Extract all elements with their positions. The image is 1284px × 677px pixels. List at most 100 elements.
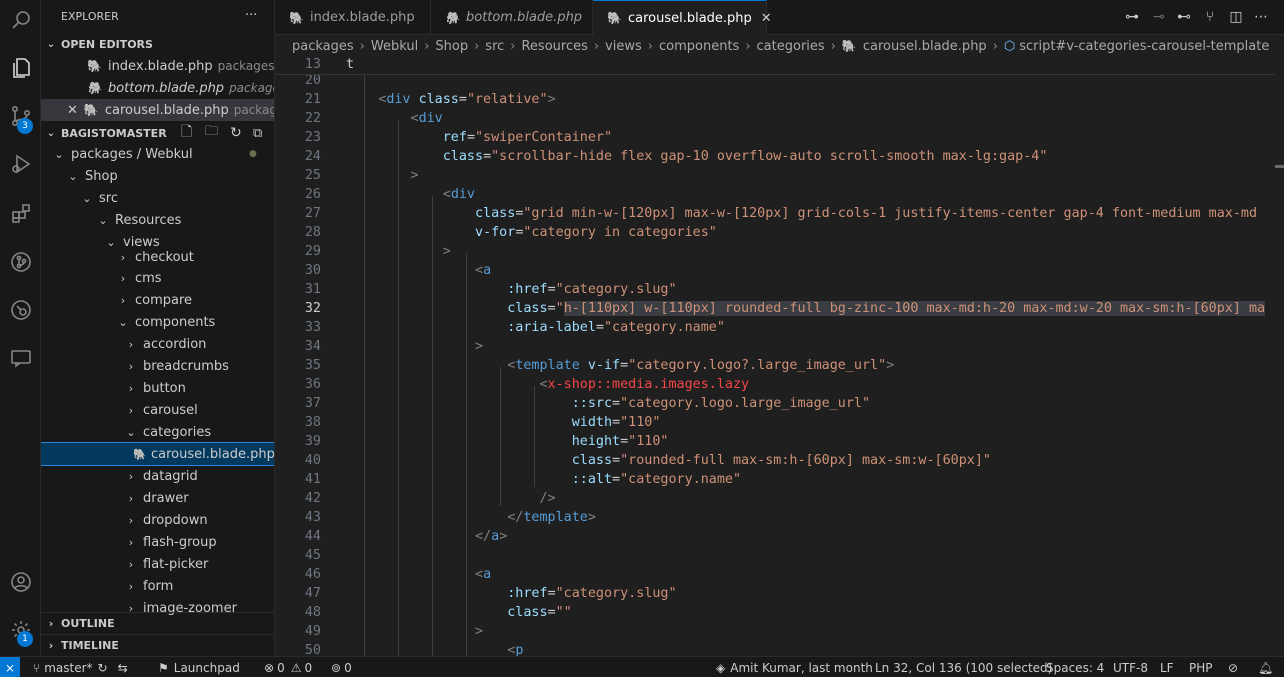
tab-index-blade[interactable]: 🐘 index.blade.php <box>275 0 431 35</box>
tree-folder-item[interactable]: › breadcrumbs <box>41 355 274 377</box>
end-of-line[interactable]: LF <box>1160 657 1174 677</box>
language-mode[interactable]: PHP <box>1189 657 1213 677</box>
code-line: > <box>410 168 419 183</box>
code-line: <a <box>475 567 492 582</box>
modified-dot-icon: ● <box>249 149 257 159</box>
line-number: 36 <box>304 377 321 392</box>
git-blame-item[interactable]: ◈ Amit Kumar, last month <box>716 657 873 677</box>
breadcrumb-item[interactable]: Webkul <box>371 39 418 54</box>
run-debug-icon[interactable] <box>0 144 41 184</box>
collapse-all-icon[interactable]: ⧉ <box>253 126 262 141</box>
tree-folder-item[interactable]: ⌄ src <box>41 187 274 209</box>
git-graph-icon[interactable] <box>0 242 41 282</box>
tree-folder-item[interactable]: › carousel <box>41 399 274 421</box>
git-lens-icon[interactable]: ⑂ <box>1201 8 1219 26</box>
tree-item-label: checkout <box>135 249 194 265</box>
go-forward-icon[interactable]: ⊷ <box>1175 8 1193 26</box>
tree-folder-item[interactable]: › button <box>41 377 274 399</box>
open-editor-item-active[interactable]: ✕ 🐘 carousel.blade.php packag... <box>41 99 274 121</box>
encoding[interactable]: UTF-8 <box>1113 657 1148 677</box>
breadcrumb-item[interactable]: components <box>659 39 739 54</box>
breadcrumb-item[interactable]: script#v-categories-carousel-template <box>1019 39 1269 54</box>
branch-item[interactable]: ⑂ master* ↻ ⇆ <box>33 657 128 677</box>
tree-folder-item[interactable]: › flash-group <box>41 531 274 553</box>
line-number: 49 <box>304 624 321 639</box>
breadcrumb-item[interactable]: Shop <box>435 39 468 54</box>
ports-item[interactable]: ⊚ 0 <box>331 657 352 677</box>
notifications-bell-icon[interactable]: 🔔︎ <box>1258 657 1273 677</box>
remote-icon[interactable]: ⨯ <box>0 657 20 677</box>
tab-bottom-blade[interactable]: 🐘 bottom.blade.php <box>431 0 593 35</box>
explorer-title: EXPLORER <box>61 9 119 23</box>
code-line: height="110" <box>571 434 669 449</box>
open-editors-section[interactable]: ⌄ OPEN EDITORS <box>41 33 274 55</box>
indentation[interactable]: Spaces: 4 <box>1046 657 1104 677</box>
cursor-position[interactable]: Ln 32, Col 136 (100 selected) <box>875 657 1052 677</box>
chevron-right-icon: › <box>992 38 998 54</box>
problems-item[interactable]: ⊗ 0 ⚠ 0 <box>264 657 312 677</box>
breadcrumb-item[interactable]: views <box>605 39 642 54</box>
tree-file-item[interactable]: 🐘 carousel.blade.php <box>41 442 274 466</box>
code-line: </a> <box>475 529 508 544</box>
open-editor-item[interactable]: 🐘 index.blade.php packages/... <box>41 55 274 77</box>
php-file-icon: 🐘 <box>289 10 304 25</box>
launchpad-item[interactable]: ⚑ Launchpad <box>158 657 240 677</box>
tree-folder-item[interactable]: ⌄ packages / Webkul ● <box>41 143 274 165</box>
go-back-icon[interactable]: ⊸ <box>1150 8 1168 26</box>
search-icon[interactable] <box>0 0 41 40</box>
tree-folder-item[interactable]: › compare <box>41 289 274 311</box>
git-compare-icon[interactable]: ⇆ <box>118 661 128 675</box>
editor-scrollbar[interactable] <box>1275 57 1284 656</box>
tree-folder-item[interactable]: ⌄ Shop <box>41 165 274 187</box>
copilot-icon[interactable]: ⊘ <box>1228 657 1238 677</box>
tree-folder-item[interactable]: › dropdown <box>41 509 274 531</box>
close-icon[interactable]: ✕ <box>761 11 772 26</box>
close-icon[interactable]: ✕ <box>67 103 78 118</box>
extensions-icon[interactable] <box>0 194 41 234</box>
sync-icon[interactable]: ↻ <box>98 661 108 675</box>
chevron-down-icon: ⌄ <box>46 127 56 139</box>
workspace-section[interactable]: ⌄ BAGISTOMASTER 🗋 🗀 ↻ ⧉ <box>41 121 274 145</box>
accounts-icon[interactable] <box>0 562 41 602</box>
tree-folder-item[interactable]: › drawer <box>41 487 274 509</box>
compare-changes-icon[interactable]: ⊶ <box>1123 8 1141 26</box>
open-editor-item[interactable]: 🐘 bottom.blade.php packages... <box>41 77 274 99</box>
branch-icon: ⑂ <box>33 660 41 675</box>
tab-carousel-blade[interactable]: 🐘 carousel.blade.php ✕ <box>593 0 772 35</box>
outline-section[interactable]: › OUTLINE <box>41 612 274 634</box>
line-number: 33 <box>304 320 321 335</box>
tree-folder-item[interactable]: › cms <box>41 267 274 289</box>
new-file-icon[interactable]: 🗋 <box>181 121 200 145</box>
tree-item-label: breadcrumbs <box>143 358 229 374</box>
tree-folder-item[interactable]: › flat-picker <box>41 553 274 575</box>
tree-folder-item[interactable]: ⌄ categories <box>41 421 274 443</box>
breadcrumb-item[interactable]: packages <box>292 39 354 54</box>
breadcrumb-item[interactable]: src <box>485 39 504 54</box>
tree-folder-item[interactable]: › form <box>41 575 274 597</box>
more-actions-icon[interactable]: ··· <box>245 8 257 23</box>
breadcrumb-item[interactable]: Resources <box>521 39 587 54</box>
more-actions-icon[interactable]: ⋯ <box>1252 8 1270 26</box>
tree-folder-item[interactable]: › accordion <box>41 333 274 355</box>
line-number: 34 <box>304 339 321 354</box>
code-line: <div <box>442 187 475 202</box>
breadcrumb-item[interactable]: carousel.blade.php <box>863 39 987 54</box>
chat-icon[interactable] <box>0 338 41 378</box>
code-editor[interactable]: 20 21 <div class="relative"> 22 <div 23 ref… <box>275 75 1275 656</box>
remote-explorer-icon[interactable] <box>0 290 41 330</box>
explorer-files-icon[interactable] <box>0 48 41 88</box>
code-line: class="grid min-w-[120px] max-w-[120px] … <box>475 206 1258 221</box>
tree-folder-item[interactable]: ⌄ components <box>41 311 274 333</box>
split-editor-icon[interactable]: ◫ <box>1227 8 1245 26</box>
tree-folder-item[interactable]: › datagrid <box>41 465 274 487</box>
timeline-section[interactable]: › TIMELINE <box>41 634 274 656</box>
new-folder-icon[interactable]: 🗀 <box>205 122 218 144</box>
open-editor-path: packag... <box>233 103 274 117</box>
breadcrumb-item[interactable]: categories <box>757 39 825 54</box>
code-line: /> <box>539 491 556 506</box>
refresh-icon[interactable]: ↻ <box>230 125 242 141</box>
tree-folder-item[interactable]: › checkout <box>41 246 274 268</box>
settings-badge: 1 <box>17 631 33 647</box>
tab-label: carousel.blade.php <box>627 10 752 26</box>
tree-folder-item[interactable]: ⌄ Resources <box>41 209 274 231</box>
